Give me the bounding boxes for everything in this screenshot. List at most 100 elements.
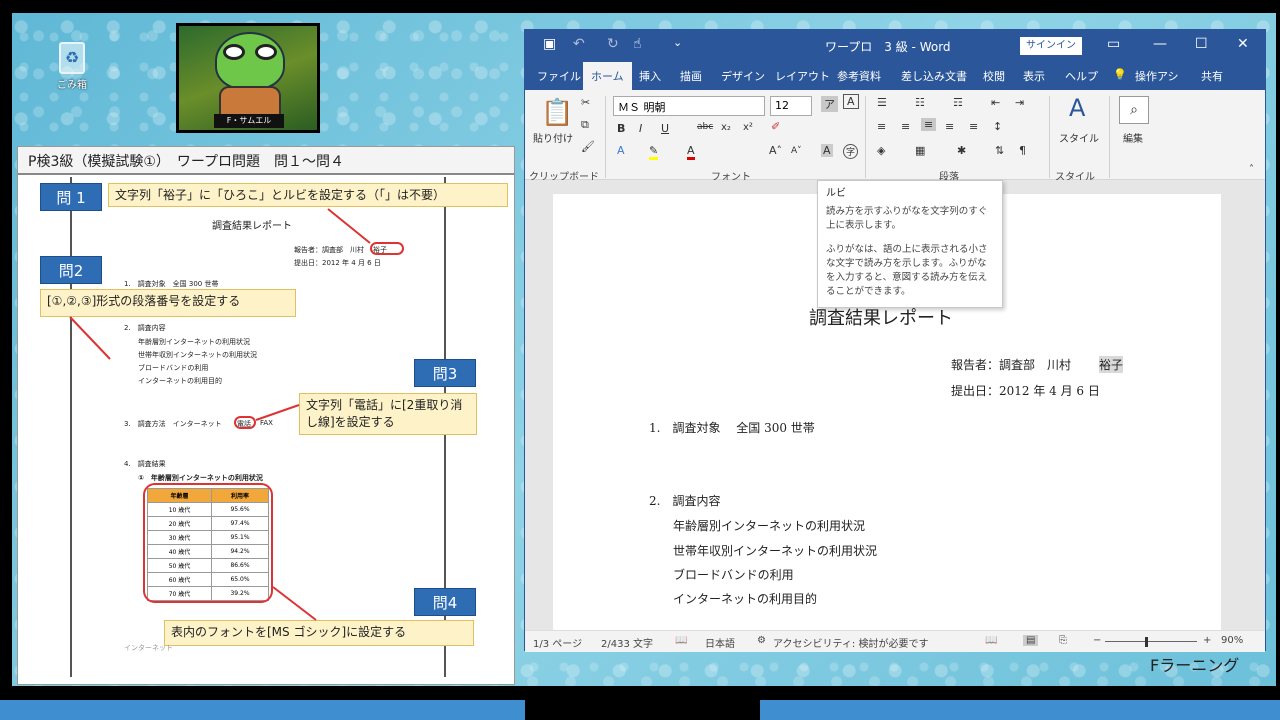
separator bbox=[865, 96, 866, 178]
undo-icon[interactable]: ↶ bbox=[573, 36, 585, 52]
maximize-icon[interactable]: ☐ bbox=[1195, 36, 1208, 52]
status-zoom[interactable]: 90% bbox=[1221, 635, 1243, 646]
signin-button[interactable]: サインイン bbox=[1020, 37, 1082, 55]
char-shading-icon[interactable]: A bbox=[821, 144, 833, 157]
format-painter-icon[interactable]: 🖌 bbox=[581, 140, 595, 153]
tab-review[interactable]: 校閲 bbox=[983, 68, 1005, 84]
superscript-icon[interactable]: x² bbox=[743, 122, 753, 133]
save-icon[interactable]: ▣ bbox=[543, 36, 556, 52]
status-page[interactable]: 1/3 ページ bbox=[533, 635, 582, 650]
line-spacing-icon[interactable]: ↕ bbox=[993, 120, 1002, 133]
title-bar: ▣ ↶ ↻ ☝ ⌄ ワープロ 3 級 - Word サインイン ▭ — ☐ ✕ bbox=[525, 30, 1265, 62]
tooltip-title: ルビ bbox=[826, 188, 846, 199]
share-button[interactable]: 共有 bbox=[1201, 68, 1223, 84]
char-border-icon[interactable]: A bbox=[843, 94, 859, 109]
status-accessibility[interactable]: アクセシビリティ: 検討が必要です bbox=[773, 635, 928, 650]
borders-icon[interactable]: ▦ bbox=[915, 144, 925, 157]
bullets-icon[interactable]: ☰ bbox=[877, 96, 887, 109]
doc-date: 提出日：2012 年 4 月 6 日 bbox=[951, 384, 1100, 398]
font-name-select[interactable]: ＭＳ 明朝 bbox=[613, 96, 765, 116]
cut-icon[interactable]: ✂ bbox=[581, 96, 590, 109]
tab-mailings[interactable]: 差し込み文書 bbox=[901, 68, 967, 84]
screen: ♻ ごみ箱 F・サムエル P検3級（模擬試験①） ワープロ問題 問１～問４ 問 … bbox=[0, 0, 1280, 720]
separator bbox=[1049, 96, 1050, 178]
decrease-indent-icon[interactable]: ⇤ bbox=[991, 96, 1000, 109]
doc-reporter: 報告者：調査部 川村 bbox=[951, 358, 1072, 372]
tab-insert[interactable]: 挿入 bbox=[639, 68, 661, 84]
tooltip-line2: ふりがなは、語の上に表示される小さな文字で読み方を示します。ふりがなを入力すると… bbox=[826, 244, 988, 297]
tab-design[interactable]: デザイン bbox=[721, 68, 765, 84]
shading-icon[interactable]: ◈ bbox=[877, 144, 885, 157]
collapse-ribbon-icon[interactable]: ˄ bbox=[1249, 164, 1254, 175]
tab-references[interactable]: 参考資料 bbox=[837, 68, 881, 84]
minimize-icon[interactable]: — bbox=[1153, 36, 1167, 52]
enclose-char-icon[interactable]: 字 bbox=[843, 144, 859, 159]
underline-icon[interactable]: U bbox=[661, 122, 669, 135]
tab-help[interactable]: ヘルプ bbox=[1065, 68, 1098, 84]
asian-layout-icon[interactable]: ✱ bbox=[957, 144, 966, 157]
text-effect-icon[interactable]: A bbox=[617, 144, 625, 157]
ruby-icon[interactable]: ア bbox=[821, 96, 838, 112]
accessibility-icon[interactable]: ⚙ bbox=[757, 635, 766, 646]
align-center-icon[interactable]: ≡ bbox=[901, 120, 910, 133]
zoom-out-icon[interactable]: − bbox=[1093, 635, 1101, 646]
word-window: ▣ ↶ ↻ ☝ ⌄ ワープロ 3 級 - Word サインイン ▭ — ☐ ✕ … bbox=[524, 29, 1266, 652]
shrink-font-icon[interactable]: A˅ bbox=[791, 146, 802, 156]
tab-file[interactable]: ファイル bbox=[537, 68, 581, 84]
strikethrough-icon[interactable]: abc bbox=[697, 122, 713, 132]
align-justify-icon[interactable]: ≡ bbox=[921, 118, 937, 131]
search-icon[interactable]: ⌕ bbox=[1119, 96, 1149, 124]
copy-icon[interactable]: ⧉ bbox=[581, 118, 589, 132]
lightbulb-icon[interactable]: 💡 bbox=[1113, 68, 1127, 81]
proofing-icon[interactable]: 📖 bbox=[675, 635, 687, 646]
status-language[interactable]: 日本語 bbox=[705, 635, 735, 650]
web-layout-icon[interactable]: ⎘ bbox=[1059, 635, 1067, 646]
styles-button[interactable]: スタイル bbox=[1059, 130, 1099, 145]
tab-home[interactable]: ホーム bbox=[583, 62, 632, 90]
redo-icon[interactable]: ↻ bbox=[607, 36, 619, 52]
tab-draw[interactable]: 描画 bbox=[680, 68, 702, 84]
increase-indent-icon[interactable]: ⇥ bbox=[1015, 96, 1024, 109]
sort-icon[interactable]: ⇅ bbox=[995, 144, 1004, 157]
paste-button[interactable]: 貼り付け bbox=[533, 130, 573, 145]
ribbon-display-icon[interactable]: ▭ bbox=[1107, 36, 1120, 52]
ribbon-tabs: ファイル ホーム 挿入 描画 デザイン レイアウト 参考資料 差し込み文書 校閲… bbox=[525, 62, 1265, 90]
zoom-slider[interactable] bbox=[1105, 641, 1197, 642]
highlight-color-icon[interactable]: ✎ bbox=[649, 144, 659, 160]
doc-line-4: 世帯年収別インターネットの利用状況 bbox=[673, 544, 878, 558]
subscript-icon[interactable]: x₂ bbox=[721, 122, 731, 133]
numbering-icon[interactable]: ☷ bbox=[915, 96, 925, 109]
doc-line-2: 2. 調査内容 bbox=[649, 494, 721, 508]
distributed-icon[interactable]: ≡ bbox=[969, 120, 978, 133]
bold-icon[interactable]: B bbox=[617, 122, 625, 135]
zoom-slider-thumb[interactable] bbox=[1145, 637, 1148, 647]
status-words[interactable]: 2/433 文字 bbox=[601, 635, 653, 650]
paste-icon[interactable]: 📋 bbox=[541, 98, 573, 128]
clear-format-icon[interactable]: ✐ bbox=[771, 120, 780, 133]
tab-view[interactable]: 表示 bbox=[1023, 68, 1045, 84]
tab-tell-me[interactable]: 操作アシ bbox=[1135, 68, 1179, 84]
touch-mode-icon[interactable]: ☝ bbox=[633, 36, 642, 52]
customize-qat-icon[interactable]: ⌄ bbox=[673, 36, 682, 49]
zoom-in-icon[interactable]: + bbox=[1203, 635, 1211, 646]
align-right-icon[interactable]: ≡ bbox=[945, 120, 954, 133]
font-color-icon[interactable]: A bbox=[687, 144, 695, 160]
avatar-name: F・サムエル bbox=[214, 114, 284, 128]
align-left-icon[interactable]: ≡ bbox=[877, 120, 886, 133]
frog-face bbox=[215, 32, 285, 90]
separator bbox=[1109, 96, 1110, 178]
font-size-select[interactable]: 12 bbox=[770, 96, 812, 116]
close-icon[interactable]: ✕ bbox=[1237, 36, 1249, 52]
grow-font-icon[interactable]: A˄ bbox=[769, 144, 782, 157]
doc-line-5: ブロードバンドの利用 bbox=[673, 568, 794, 582]
italic-icon[interactable]: I bbox=[639, 122, 642, 135]
tab-layout[interactable]: レイアウト bbox=[775, 68, 830, 84]
doc-line-6: インターネットの利用目的 bbox=[673, 592, 818, 606]
show-marks-icon[interactable]: ¶ bbox=[1019, 144, 1026, 157]
print-layout-icon[interactable]: ▤ bbox=[1023, 635, 1039, 646]
recycle-bin[interactable]: ♻ ごみ箱 bbox=[55, 42, 89, 91]
read-mode-icon[interactable]: 📖 bbox=[985, 635, 997, 646]
editing-button[interactable]: 編集 bbox=[1123, 130, 1143, 145]
multilevel-list-icon[interactable]: ☶ bbox=[953, 96, 963, 109]
styles-icon[interactable]: A bbox=[1069, 94, 1085, 122]
